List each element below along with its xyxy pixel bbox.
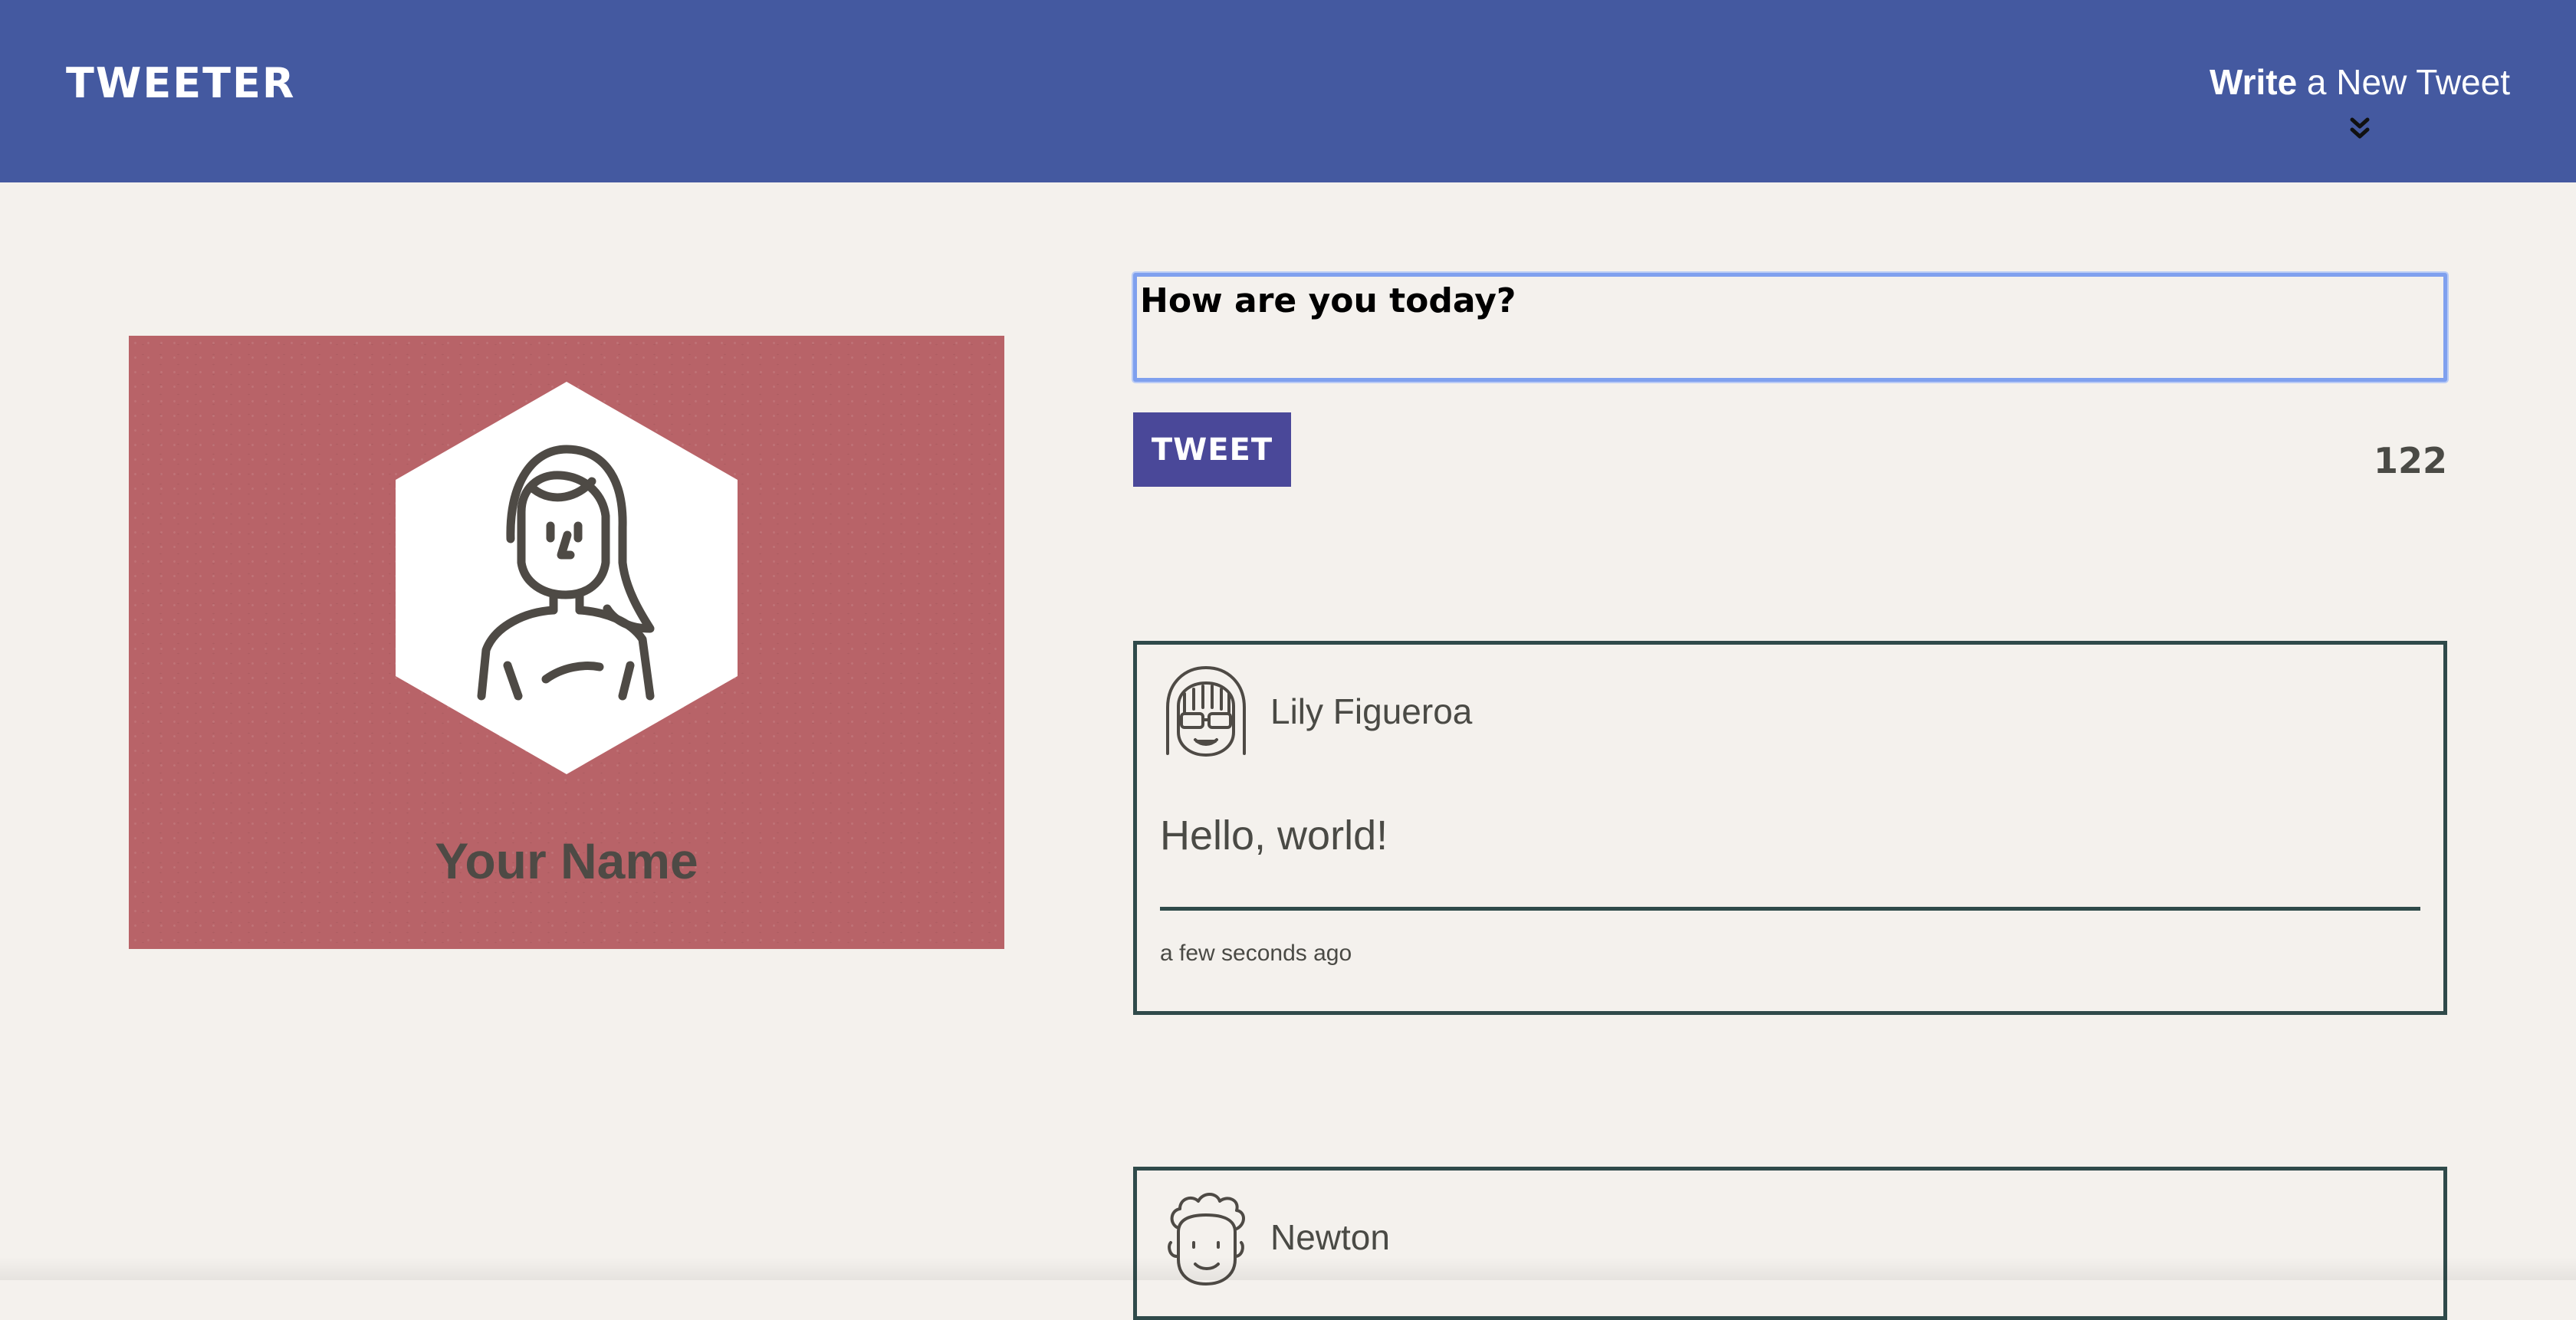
woman-avatar-icon [396,382,738,774]
compose-toggle-rest: a New Tweet [2297,62,2510,102]
tweet-textarea[interactable] [1133,273,2447,382]
girl-with-glasses-avatar-icon [1166,666,1246,757]
compose-toggle-strong: Write [2209,62,2298,102]
profile-card: Your Name [129,336,1004,949]
tweet-composer: TWEET 122 [1133,273,2447,489]
profile-name: Your Name [435,832,698,889]
tweet-card: Newton [1133,1167,2447,1320]
brand-logo[interactable]: TWEETER [66,63,295,104]
tweet-username[interactable]: Newton [1270,1220,1390,1255]
composer-actions: TWEET 122 [1133,412,2447,489]
tweet-username[interactable]: Lily Figueroa [1270,694,1472,729]
write-new-tweet-toggle[interactable]: Write a New Tweet [2210,63,2510,142]
tweet-text: Hello, world! [1160,813,1388,859]
tweet-divider [1160,907,2420,911]
tweet-header: Lily Figueroa [1137,645,2443,757]
top-nav: TWEETER Write a New Tweet [0,0,2576,182]
double-chevron-down-icon[interactable] [2348,116,2371,142]
compose-toggle-label: Write a New Tweet [2210,63,2510,102]
tweet-button[interactable]: TWEET [1133,412,1291,487]
bottom-scroll-shadow [0,1257,2576,1280]
tweet-card: Lily Figueroa Hello, world! a few second… [1133,641,2447,1015]
character-counter: 122 [2373,440,2447,481]
tweet-timestamp: a few seconds ago [1160,941,1352,966]
